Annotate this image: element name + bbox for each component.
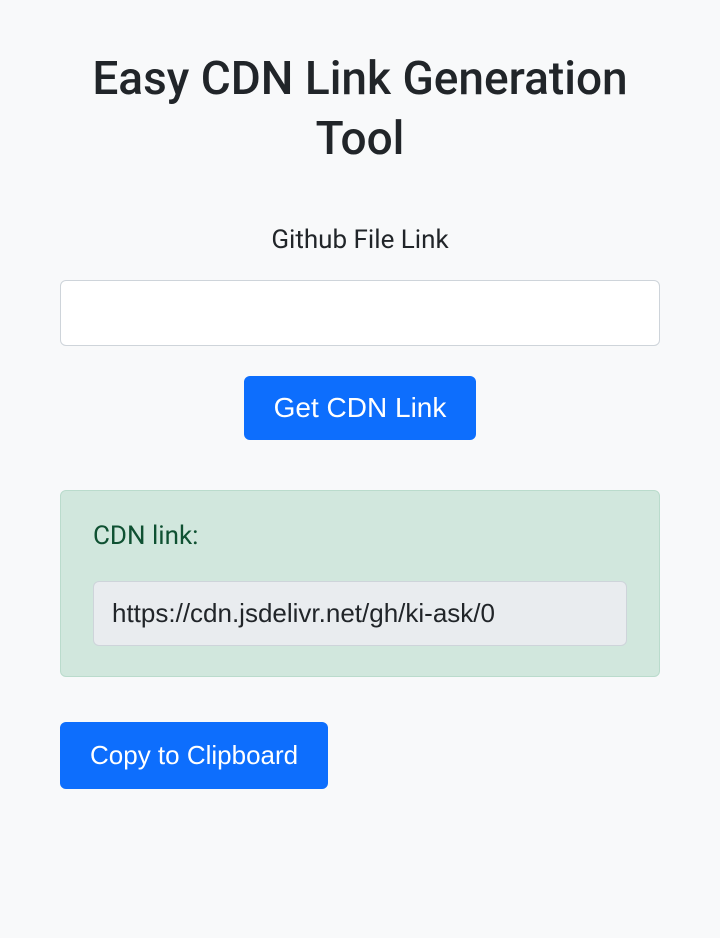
get-cdn-link-button[interactable]: Get CDN Link <box>244 376 477 440</box>
copy-to-clipboard-button[interactable]: Copy to Clipboard <box>60 722 328 789</box>
main-container: Easy CDN Link Generation Tool Github Fil… <box>0 0 720 938</box>
submit-container: Get CDN Link <box>60 376 660 440</box>
result-heading: CDN link: <box>93 521 627 551</box>
cdn-link-output[interactable] <box>93 581 627 646</box>
github-link-input[interactable] <box>60 280 660 346</box>
copy-container: Copy to Clipboard <box>60 722 660 789</box>
page-title: Easy CDN Link Generation Tool <box>60 50 660 170</box>
input-label: Github File Link <box>60 225 660 255</box>
result-alert: CDN link: <box>60 490 660 677</box>
